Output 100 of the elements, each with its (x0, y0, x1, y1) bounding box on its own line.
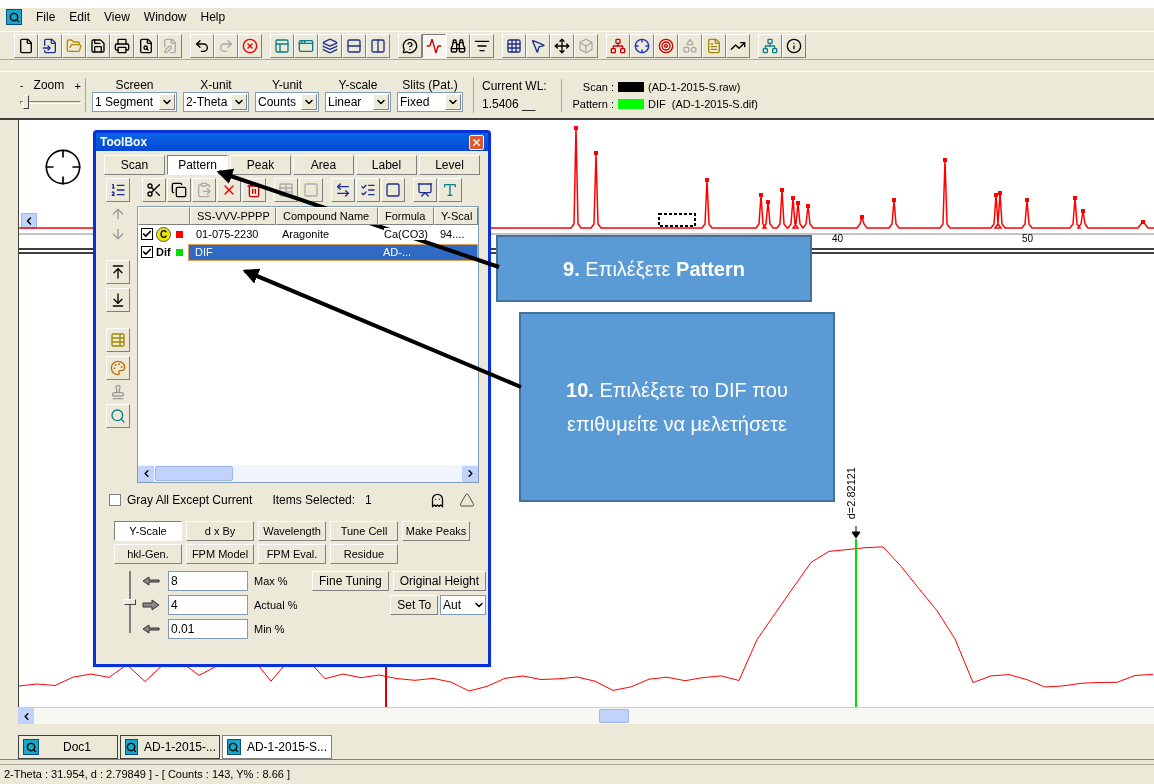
row-checkbox[interactable] (141, 228, 153, 240)
scroll-right-button[interactable] (462, 465, 478, 482)
column-header[interactable]: Y-Scal (434, 207, 478, 225)
mode-button[interactable]: Wavelength (258, 521, 326, 541)
column-header[interactable] (138, 207, 190, 225)
callout-box: 10. Επιλέξετε το DIF που επιθυμείτε να μελετήσετε (519, 312, 835, 502)
scroll-left-button[interactable] (18, 708, 34, 724)
toolbox-tab[interactable]: Scan (104, 155, 165, 175)
peak-pointer-icon (851, 526, 861, 538)
form-icon (110, 332, 126, 348)
document-search-icon (138, 37, 154, 54)
crosshair-icon (43, 147, 83, 187)
toolbox-tab[interactable]: Area (293, 155, 354, 175)
copy-icon (171, 182, 187, 198)
triangle-icon (459, 492, 475, 508)
arrow-left-icon (142, 576, 162, 586)
dropdown[interactable]: Counts (255, 92, 319, 112)
move-down-icon (110, 292, 126, 308)
app-logo-icon (6, 9, 22, 25)
rows-icon (346, 37, 362, 54)
toolbox-tab[interactable]: Label (356, 155, 417, 175)
fine-tuning-button[interactable]: Fine Tuning (312, 571, 389, 591)
column-header[interactable]: Compound Name (276, 207, 378, 225)
close-icon (471, 136, 482, 148)
items-selected-count: 1 (365, 492, 372, 509)
app-logo-icon (23, 739, 39, 755)
mode-button[interactable]: hkl-Gen. (114, 544, 182, 564)
scissors-icon (146, 182, 162, 198)
checklist-icon (360, 182, 376, 198)
slider-thumb[interactable] (124, 599, 136, 605)
scrollbar-thumb[interactable] (155, 466, 233, 481)
callout-box: 9. Επιλέξετε Pattern (496, 235, 812, 302)
table-row[interactable]: DIF AD-... (188, 243, 478, 261)
mode-button[interactable]: Y-Scale (114, 521, 182, 541)
document-tab[interactable]: AD-1-2015-... (120, 735, 220, 759)
mode-button[interactable]: Make Peaks (402, 521, 470, 541)
original-height-button[interactable]: Original Height (392, 571, 487, 591)
menu-item[interactable]: Window (143, 8, 187, 26)
zoom-plus: + (74, 80, 81, 92)
dropdown[interactable]: Linear (325, 92, 391, 112)
field-label: Max % (254, 573, 289, 589)
zoom-slider[interactable] (20, 92, 81, 112)
window-icon (274, 37, 290, 54)
scroll-left-button[interactable] (138, 465, 154, 482)
column-header[interactable]: Formula (378, 207, 434, 225)
chart-board-icon (417, 182, 433, 198)
document-tab[interactable]: AD-1-2015-S... (222, 735, 332, 759)
select-label: Slits (Pat.) (402, 78, 458, 92)
list-icon (110, 182, 126, 198)
value-field[interactable]: 0.01 (168, 619, 248, 639)
dropdown[interactable]: Aut (440, 595, 487, 615)
dropdown[interactable]: 2-Theta (183, 92, 249, 112)
legend-label: Scan : (581, 79, 614, 95)
mode-button[interactable]: Tune Cell (330, 521, 398, 541)
trash-icon (246, 182, 262, 198)
pointer-icon (530, 37, 546, 54)
cross-circle-icon (242, 37, 258, 54)
legend-file: (AD-1-2015-S.raw) (648, 79, 741, 95)
toolbox-tab[interactable]: Peak (230, 155, 291, 175)
scrollbar-thumb[interactable] (599, 709, 629, 723)
exclude-checkbox[interactable] (109, 494, 121, 506)
table-icon (278, 182, 294, 198)
redo-icon (218, 37, 234, 54)
swap-icon (335, 182, 351, 198)
select-label: Y-unit (271, 78, 303, 92)
menu-item[interactable]: View (104, 8, 130, 26)
column-header[interactable]: SS-VVV-PPPP (190, 207, 276, 225)
cascade-icon (322, 37, 338, 54)
document-tab[interactable]: Doc1 (18, 735, 118, 759)
table-cell: Aragonite (282, 227, 330, 240)
menu-item[interactable]: Edit (69, 8, 91, 26)
mode-button[interactable]: FPM Model (186, 544, 254, 564)
toolbox-tab[interactable]: Level (419, 155, 480, 175)
target-icon (658, 37, 674, 54)
value-field[interactable]: 8 (168, 571, 248, 591)
row-checkbox[interactable] (141, 246, 153, 258)
value-field[interactable]: 4 (168, 595, 248, 615)
toolbox-tab[interactable]: Pattern (167, 155, 228, 175)
dropdown[interactable]: 1 Segment (92, 92, 177, 112)
paste-icon (196, 182, 212, 198)
menu-item[interactable]: File (36, 8, 56, 26)
search-icon (110, 408, 126, 424)
import-icon (42, 37, 58, 54)
close-button[interactable] (469, 134, 484, 150)
phase-badge: C (156, 226, 171, 242)
legend-label: Pattern : (571, 96, 614, 112)
grid-icon (506, 37, 522, 54)
toolbox-title: ToolBox (100, 134, 148, 151)
binoculars-icon (450, 37, 466, 54)
table-cell: AD-... (383, 245, 412, 258)
frame-icon (303, 182, 319, 198)
app-logo-icon (125, 739, 138, 755)
mode-button[interactable]: FPM Eval. (258, 544, 326, 564)
table-row[interactable]: 01-075-2230 Aragonite Ca(CO3) 94.... (190, 225, 478, 243)
menu-item[interactable]: Help (200, 8, 226, 26)
mode-button[interactable]: d x By (186, 521, 254, 541)
set-to-button[interactable]: Set To (390, 595, 439, 615)
mode-button[interactable]: Residue (330, 544, 398, 564)
dropdown[interactable]: Fixed (397, 92, 463, 112)
current-wl-label: Current WL: (482, 78, 548, 95)
